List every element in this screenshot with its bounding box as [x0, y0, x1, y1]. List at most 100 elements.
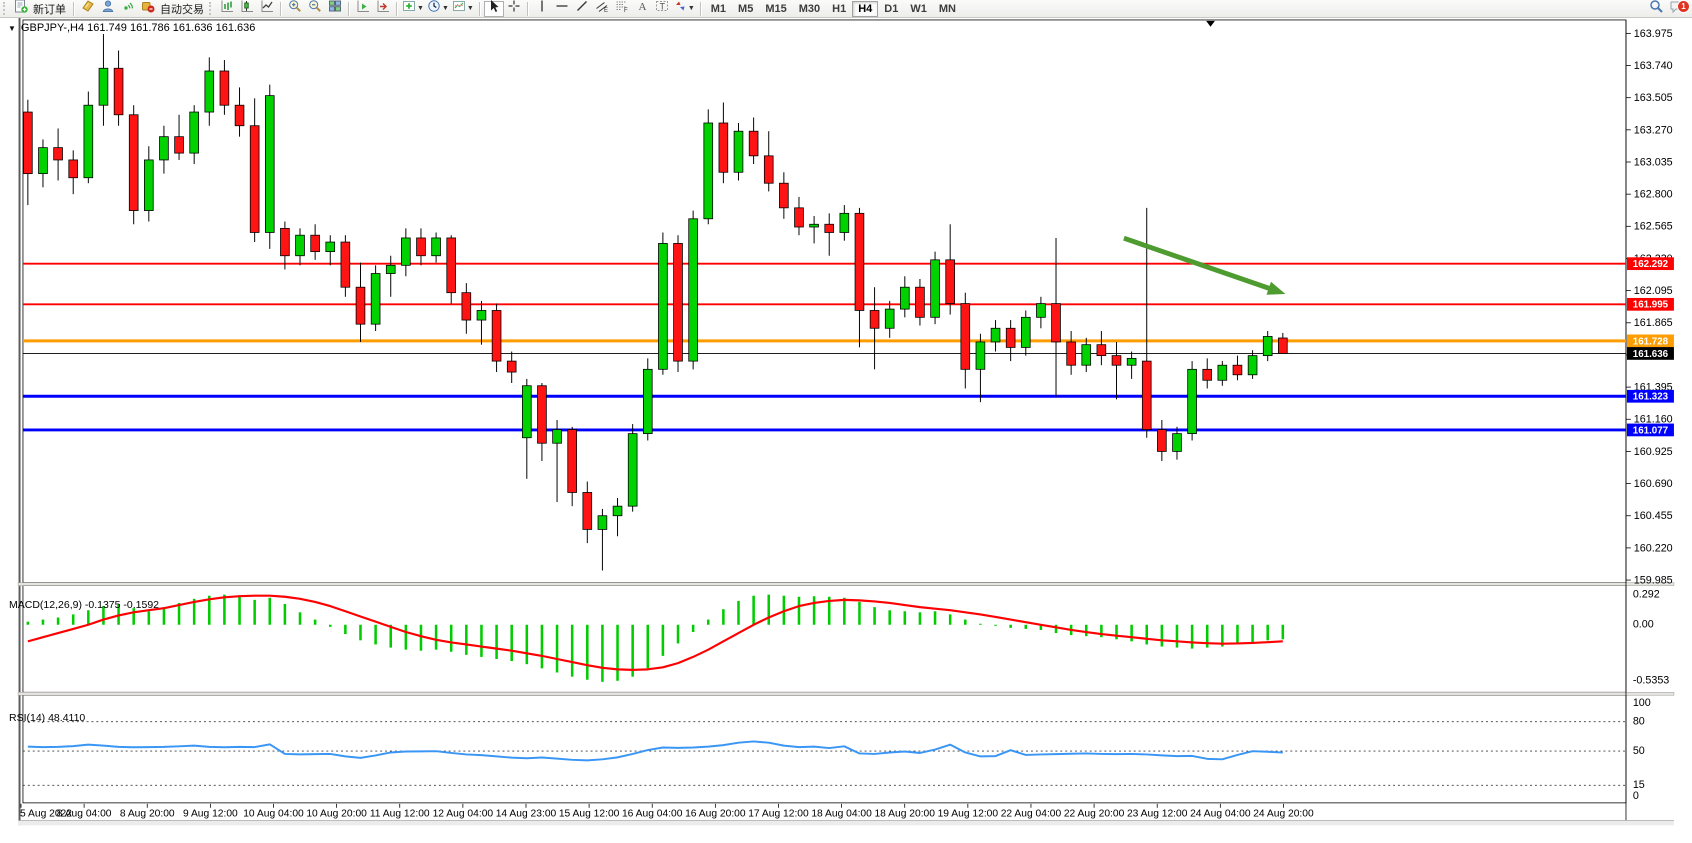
price-badge: 161.728 [1633, 336, 1669, 347]
time-axis-label: 17 Aug 12:00 [748, 809, 809, 820]
fibonacci-icon: F [615, 0, 629, 18]
indicators-icon [402, 0, 416, 18]
zoom-out-button[interactable] [305, 1, 325, 17]
vertical-line-button[interactable] [532, 1, 552, 17]
text-icon: A [635, 0, 649, 18]
mt4-window: 新订单 自动交易 [0, 0, 1692, 843]
templates-button[interactable]: ▼ [451, 1, 476, 17]
toolbar-separator [527, 2, 529, 16]
cursor-button[interactable] [484, 1, 504, 17]
timeframe-m30[interactable]: M30 [793, 1, 826, 17]
rsi-indicator-label: RSI(14) 48.4110 [9, 712, 85, 724]
svg-text:F: F [624, 8, 628, 13]
new-order-label[interactable]: 新订单 [31, 1, 70, 17]
crosshair-button[interactable] [504, 1, 524, 17]
trendline-icon [575, 0, 589, 18]
arrows-button[interactable]: ▼ [672, 1, 697, 17]
signals-button[interactable] [118, 1, 138, 17]
price-axis-label: 162.095 [1634, 285, 1673, 297]
price-badge: 161.323 [1633, 392, 1669, 403]
timeframe-w1[interactable]: W1 [904, 1, 933, 17]
timeframe-h1[interactable]: H1 [826, 1, 852, 17]
community-icon [101, 0, 115, 18]
zoom-out-icon [308, 0, 322, 18]
autotrading-button[interactable] [138, 1, 158, 17]
channel-button[interactable]: E [592, 1, 612, 17]
price-badge: 162.292 [1633, 259, 1669, 270]
tile-windows-button[interactable] [325, 1, 345, 17]
svg-text:A: A [638, 1, 646, 13]
macd-scale-label: 0.292 [1633, 588, 1660, 600]
chart-title[interactable]: ▼ GBPJPY-,H4 161.749 161.786 161.636 161… [8, 22, 255, 34]
price-axis-label: 160.925 [1634, 446, 1673, 458]
trendline-button[interactable] [572, 1, 592, 17]
time-axis-label: 19 Aug 12:00 [938, 809, 999, 820]
time-axis-label: 22 Aug 04:00 [1001, 809, 1062, 820]
price-axis-label: 163.505 [1634, 92, 1673, 104]
toolbar-separator [348, 2, 350, 16]
text-label-icon: T [655, 0, 669, 18]
price-badge: 161.995 [1633, 300, 1669, 311]
price-axis-label: 163.975 [1634, 28, 1673, 40]
time-axis-label: 9 Aug 12:00 [183, 809, 238, 820]
time-axis-label: 16 Aug 04:00 [622, 809, 683, 820]
chart-window: 163.975163.740163.505163.270163.035162.8… [0, 18, 1692, 843]
autotrading-label[interactable]: 自动交易 [158, 1, 208, 17]
indicators-button[interactable]: ▼ [401, 1, 426, 17]
search-button[interactable] [1646, 1, 1666, 17]
chart-shift-icon [376, 0, 390, 18]
crosshair-icon [507, 0, 521, 18]
candlestick-chart-button[interactable] [237, 1, 257, 17]
time-axis-label: 8 Aug 04:00 [57, 809, 112, 820]
toolbar-grip[interactable] [209, 2, 214, 15]
time-axis-label: 15 Aug 12:00 [559, 809, 620, 820]
rsi-scale-label: 0 [1633, 790, 1639, 802]
timeframe-m5[interactable]: M5 [732, 1, 759, 17]
horizontal-line-button[interactable] [552, 1, 572, 17]
periods-button[interactable]: ▼ [426, 1, 451, 17]
fibonacci-button[interactable]: F [612, 1, 632, 17]
chevron-down-icon: ▼ [467, 5, 474, 12]
notifications-button[interactable]: 1 [1666, 1, 1686, 17]
time-axis-label: 14 Aug 23:00 [496, 809, 557, 820]
macd-scale-label: -0.5353 [1633, 674, 1669, 686]
time-axis-label: 24 Aug 20:00 [1253, 809, 1314, 820]
auto-scroll-icon [356, 0, 370, 18]
timeframe-m1[interactable]: M1 [705, 1, 732, 17]
macd-scale-label: 0.00 [1633, 619, 1654, 631]
chart-canvas[interactable]: 163.975163.740163.505163.270163.035162.8… [0, 18, 1692, 843]
price-axis-label: 162.565 [1634, 221, 1673, 233]
zoom-in-button[interactable] [285, 1, 305, 17]
arrows-icon [673, 0, 687, 18]
price-axis-label: 162.800 [1634, 189, 1673, 201]
metaeditor-icon [81, 0, 95, 18]
time-axis-label: 12 Aug 04:00 [433, 809, 494, 820]
timeframe-d1[interactable]: D1 [878, 1, 904, 17]
zoom-in-icon [288, 0, 302, 18]
toolbar-grip[interactable] [3, 2, 8, 15]
time-axis-label: 10 Aug 20:00 [306, 809, 367, 820]
chart-title-text: GBPJPY-,H4 161.749 161.786 161.636 161.6… [21, 22, 255, 34]
time-axis-label: 11 Aug 12:00 [370, 809, 430, 820]
community-button[interactable] [98, 1, 118, 17]
timeframe-mn[interactable]: MN [933, 1, 962, 17]
toolbar-separator [479, 2, 481, 16]
notification-badge: 1 [1677, 0, 1690, 13]
horizontal-line-icon [555, 0, 569, 18]
bar-chart-icon [220, 0, 234, 18]
toolbar-separator [73, 2, 75, 16]
timeframe-m15[interactable]: M15 [759, 1, 792, 17]
price-axis-label: 163.740 [1634, 60, 1673, 72]
price-axis-label: 160.220 [1634, 542, 1673, 554]
bar-chart-button[interactable] [217, 1, 237, 17]
new-order-button[interactable] [11, 1, 31, 17]
line-chart-button[interactable] [257, 1, 277, 17]
timeframe-h4[interactable]: H4 [852, 1, 878, 17]
chart-shift-button[interactable] [373, 1, 393, 17]
rsi-scale-label: 80 [1633, 716, 1645, 728]
auto-scroll-button[interactable] [353, 1, 373, 17]
svg-text:E: E [604, 8, 608, 13]
text-label-button[interactable]: T [652, 1, 672, 17]
metaeditor-button[interactable] [78, 1, 98, 17]
text-button[interactable]: A [632, 1, 652, 17]
